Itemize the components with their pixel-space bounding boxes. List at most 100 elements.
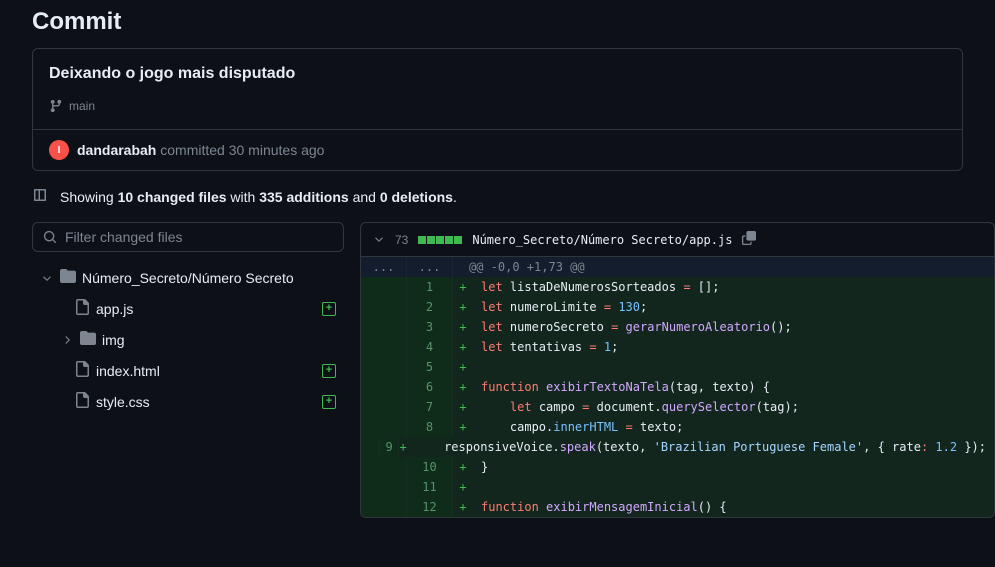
hunk-text: @@ -0,0 +1,73 @@ (453, 257, 601, 277)
commit-title: Deixando o jogo mais disputado (49, 65, 946, 83)
gutter-new: 11 (407, 477, 453, 497)
sidebar-toggle-icon[interactable] (32, 187, 48, 206)
code-text (473, 477, 489, 497)
branch-name[interactable]: main (69, 99, 95, 113)
gutter-new: 10 (407, 457, 453, 477)
tree-item-label: app.js (96, 301, 316, 317)
tree-item-label: img (102, 332, 336, 348)
code-text: let numeroLimite = 130; (473, 297, 655, 317)
filter-box[interactable] (32, 222, 344, 252)
search-icon (43, 230, 57, 244)
diff-sign: + (453, 357, 473, 377)
code-text: let numeroSecreto = gerarNumeroAleatorio… (473, 317, 800, 337)
summary-mid2: and (349, 189, 380, 205)
gutter-old (361, 437, 380, 457)
tree-file[interactable]: index.html (32, 355, 344, 386)
code-text: campo.innerHTML = texto; (473, 417, 691, 437)
diff-stat-squares (418, 236, 462, 244)
code-line: 3+let numeroSecreto = gerarNumeroAleator… (361, 317, 994, 337)
gutter-new: 8 (407, 417, 453, 437)
code-line: 7+ let campo = document.querySelector(ta… (361, 397, 994, 417)
code-line: 5+ (361, 357, 994, 377)
gutter-new: 2 (407, 297, 453, 317)
summary-prefix: Showing (60, 189, 118, 205)
author-name[interactable]: dandarabah (77, 142, 156, 158)
summary-additions: 335 additions (259, 189, 348, 205)
code-line: 4+let tentativas = 1; (361, 337, 994, 357)
folder-icon (60, 268, 76, 287)
page-title: Commit (0, 0, 995, 48)
summary-deletions: 0 deletions (380, 189, 453, 205)
summary-suffix: . (453, 189, 457, 205)
gutter-old (361, 497, 407, 517)
added-badge-icon (322, 302, 336, 316)
expand-icon[interactable]: ... (361, 257, 407, 277)
code-line: 10+} (361, 457, 994, 477)
hunk-header: ... ... @@ -0,0 +1,73 @@ (361, 257, 994, 277)
code-text (473, 357, 489, 377)
diff-sign: + (399, 437, 407, 457)
diff-sign: + (453, 397, 473, 417)
code-line: 12+function exibirMensagemInicial() { (361, 497, 994, 517)
gutter-new: 4 (407, 337, 453, 357)
folder-icon (80, 330, 96, 349)
code-line: 8+ campo.innerHTML = texto; (361, 417, 994, 437)
code-line: 1+let listaDeNumerosSorteados = []; (361, 277, 994, 297)
tree-file[interactable]: style.css (32, 386, 344, 417)
avatar[interactable]: I (49, 140, 69, 160)
tree-folder-label: Número_Secreto/Número Secreto (82, 270, 336, 286)
gutter-new: 1 (407, 277, 453, 297)
gutter-old (361, 357, 407, 377)
file-icon (74, 299, 90, 318)
tree-file[interactable]: app.js (32, 293, 344, 324)
gutter-new: 3 (407, 317, 453, 337)
gutter-old (361, 417, 407, 437)
diff-summary: Showing 10 changed files with 335 additi… (0, 187, 995, 222)
chevron-right-icon (60, 334, 74, 346)
gutter-old (361, 277, 407, 297)
author-row: I dandarabah committed 30 minutes ago (33, 129, 962, 170)
diff-sign: + (453, 277, 473, 297)
summary-files: 10 changed files (118, 189, 227, 205)
diff-sign: + (453, 497, 473, 517)
chevron-down-icon[interactable] (373, 232, 385, 248)
code-text: let listaDeNumerosSorteados = []; (473, 277, 727, 297)
gutter-new: 5 (407, 357, 453, 377)
diff-pane: 73 Número_Secreto/Número Secreto/app.js … (360, 222, 995, 518)
diff-sign: + (453, 457, 473, 477)
commit-header: Deixando o jogo mais disputado main I da… (32, 48, 963, 171)
file-icon (74, 392, 90, 411)
code-text: let campo = document.querySelector(tag); (473, 397, 807, 417)
tree-item-label: index.html (96, 363, 316, 379)
code-line: 9+ responsiveVoice.speak(texto, 'Brazili… (361, 437, 994, 457)
diff-sign: + (453, 377, 473, 397)
chevron-down-icon (40, 272, 54, 284)
tree-folder-root[interactable]: Número_Secreto/Número Secreto (32, 262, 344, 293)
file-tree-sidebar: Número_Secreto/Número Secreto app.js img i… (32, 222, 344, 518)
diff-sign: + (453, 317, 473, 337)
gutter-old (361, 377, 407, 397)
branch-row: main (33, 99, 962, 129)
gutter-new: 6 (407, 377, 453, 397)
added-badge-icon (322, 395, 336, 409)
added-badge-icon (322, 364, 336, 378)
expand-icon[interactable]: ... (407, 257, 453, 277)
gutter-new: 9 (380, 437, 399, 457)
gutter-old (361, 397, 407, 417)
commit-action: committed (156, 142, 228, 158)
code-line: 2+let numeroLimite = 130; (361, 297, 994, 317)
file-icon (74, 361, 90, 380)
copy-path-button[interactable] (742, 231, 756, 248)
filter-input[interactable] (65, 229, 333, 245)
code-text: responsiveVoice.speak(texto, 'Brazilian … (407, 437, 994, 457)
diff-header: 73 Número_Secreto/Número Secreto/app.js (361, 223, 994, 257)
tree-folder[interactable]: img (32, 324, 344, 355)
diff-sign: + (453, 417, 473, 437)
code-text: let tentativas = 1; (473, 337, 626, 357)
gutter-new: 12 (407, 497, 453, 517)
diff-sign: + (453, 337, 473, 357)
code-text: function exibirMensagemInicial() { (473, 497, 735, 517)
diff-file-path[interactable]: Número_Secreto/Número Secreto/app.js (472, 233, 732, 247)
gutter-old (361, 297, 407, 317)
gutter-old (361, 317, 407, 337)
